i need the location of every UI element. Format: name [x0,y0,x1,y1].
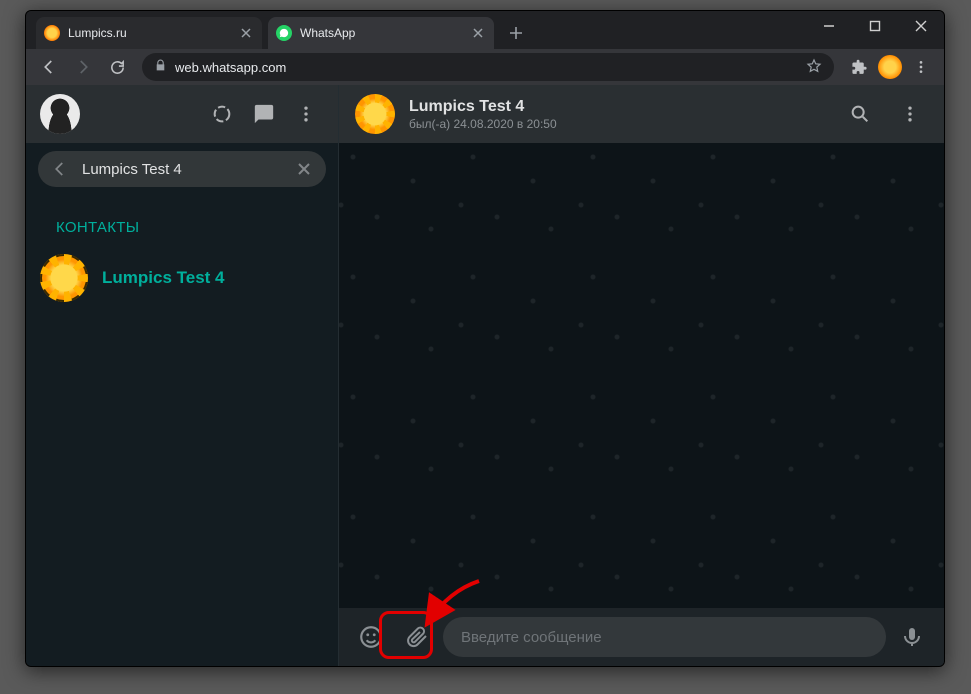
new-tab-button[interactable] [502,19,530,47]
contact-row[interactable]: Lumpics Test 4 [26,244,338,312]
chat-panel: Lumpics Test 4 был(-а) 24.08.2020 в 20:5… [339,85,944,666]
favicon-whatsapp-icon [276,25,292,41]
mic-icon[interactable] [892,617,932,657]
browser-menu-button[interactable] [906,52,936,82]
search-bar[interactable]: Lumpics Test 4 [38,151,326,187]
attach-icon[interactable] [397,617,437,657]
browser-window: Lumpics.ru WhatsApp web.whatsapp.com [25,10,945,667]
tab-lumpics[interactable]: Lumpics.ru [36,17,262,49]
chat-menu-icon[interactable] [892,96,928,132]
sidebar-header [26,85,338,143]
tab-title: WhatsApp [300,26,470,40]
url-text: web.whatsapp.com [175,60,806,75]
reload-button[interactable] [102,52,132,82]
tab-close-icon[interactable] [238,25,254,41]
message-input[interactable] [459,628,870,647]
close-button[interactable] [898,11,944,41]
search-back-icon[interactable] [48,160,72,178]
tab-close-icon[interactable] [470,25,486,41]
search-container: Lumpics Test 4 [26,143,338,193]
sidebar-menu-icon[interactable] [288,96,324,132]
forward-button[interactable] [68,52,98,82]
chat-header[interactable]: Lumpics Test 4 был(-а) 24.08.2020 в 20:5… [339,85,944,143]
tab-whatsapp[interactable]: WhatsApp [268,17,494,49]
favicon-lumpics-icon [44,25,60,41]
emoji-icon[interactable] [351,617,391,657]
chat-title: Lumpics Test 4 [409,98,557,116]
contact-avatar [40,254,88,302]
compose-bar [339,608,944,666]
window-controls [806,11,944,41]
chat-search-icon[interactable] [842,96,878,132]
profile-avatar[interactable] [878,55,902,79]
tab-title: Lumpics.ru [68,26,238,40]
profile-avatar[interactable] [40,94,80,134]
minimize-button[interactable] [806,11,852,41]
back-button[interactable] [34,52,64,82]
chat-last-seen: был(-а) 24.08.2020 в 20:50 [409,117,557,131]
search-clear-icon[interactable] [292,162,316,176]
contact-name: Lumpics Test 4 [102,268,225,288]
whatsapp-app: Lumpics Test 4 КОНТАКТЫ Lumpics Test 4 L… [26,85,944,666]
chat-info: Lumpics Test 4 был(-а) 24.08.2020 в 20:5… [409,98,557,131]
section-label-contacts: КОНТАКТЫ [26,193,338,244]
lock-icon [154,59,167,75]
sidebar: Lumpics Test 4 КОНТАКТЫ Lumpics Test 4 [26,85,339,666]
chat-wallpaper [339,143,944,608]
message-input-wrapper [443,617,886,657]
maximize-button[interactable] [852,11,898,41]
search-input[interactable]: Lumpics Test 4 [72,161,292,178]
wallpaper-pattern [339,143,944,608]
chat-avatar [355,94,395,134]
bookmark-star-icon[interactable] [806,58,822,77]
status-icon[interactable] [204,96,240,132]
new-chat-icon[interactable] [246,96,282,132]
browser-toolbar: web.whatsapp.com [26,49,944,85]
address-bar[interactable]: web.whatsapp.com [142,53,834,81]
extensions-button[interactable] [844,52,874,82]
